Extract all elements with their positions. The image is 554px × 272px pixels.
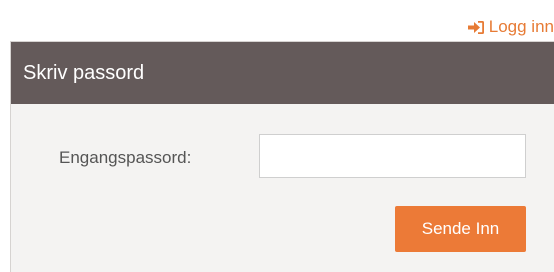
one-time-password-input[interactable]	[259, 134, 526, 178]
panel-header: Skriv passord	[11, 42, 554, 104]
sign-in-icon	[467, 20, 485, 35]
login-link-label: Logg inn	[488, 17, 554, 36]
one-time-password-label: Engangspassord:	[59, 148, 192, 167]
submit-button[interactable]: Sende Inn	[395, 206, 526, 252]
password-panel: Skriv passord Engangspassord: Sende Inn	[10, 41, 554, 272]
panel-title: Skriv passord	[23, 61, 145, 84]
login-link[interactable]: Logg inn	[467, 17, 554, 37]
